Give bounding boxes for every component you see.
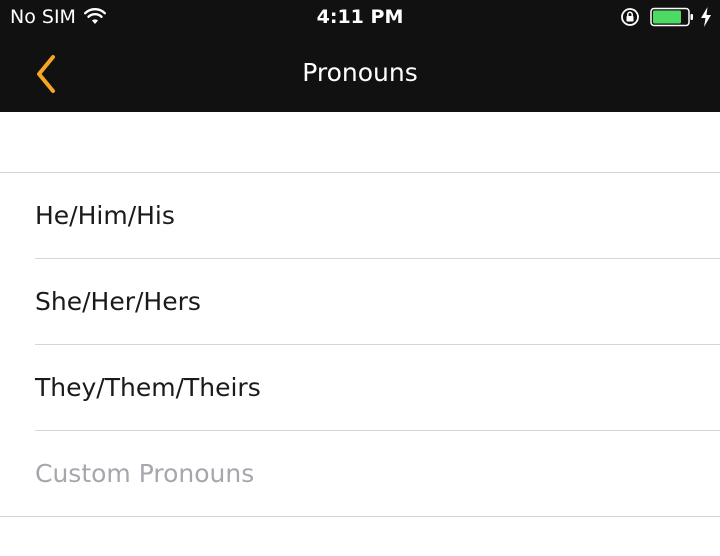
top-spacer [0, 112, 720, 173]
pronoun-option-she[interactable]: She/Her/Hers [0, 259, 720, 345]
rotation-lock-icon [621, 8, 639, 26]
pronoun-list: He/Him/His She/Her/Hers They/Them/Theirs… [0, 173, 720, 517]
pronoun-option-label: They/Them/Theirs [35, 373, 261, 402]
custom-pronouns-placeholder: Custom Pronouns [35, 459, 255, 488]
status-right-group [620, 7, 712, 27]
pronoun-option-he[interactable]: He/Him/His [0, 173, 720, 259]
clock: 4:11 PM [316, 6, 404, 28]
page-title: Pronouns [302, 58, 418, 87]
pronoun-option-they[interactable]: They/Them/Theirs [0, 345, 720, 431]
charging-bolt-icon [701, 7, 711, 27]
pronoun-option-label: She/Her/Hers [35, 287, 201, 316]
navigation-bar: Pronouns [0, 36, 720, 112]
status-bar: No SIM 4:11 PM [0, 0, 720, 36]
row-divider [0, 516, 720, 517]
battery-icon [650, 7, 693, 27]
custom-pronouns-field[interactable]: Custom Pronouns [0, 431, 720, 517]
pronoun-option-label: He/Him/His [35, 201, 175, 230]
